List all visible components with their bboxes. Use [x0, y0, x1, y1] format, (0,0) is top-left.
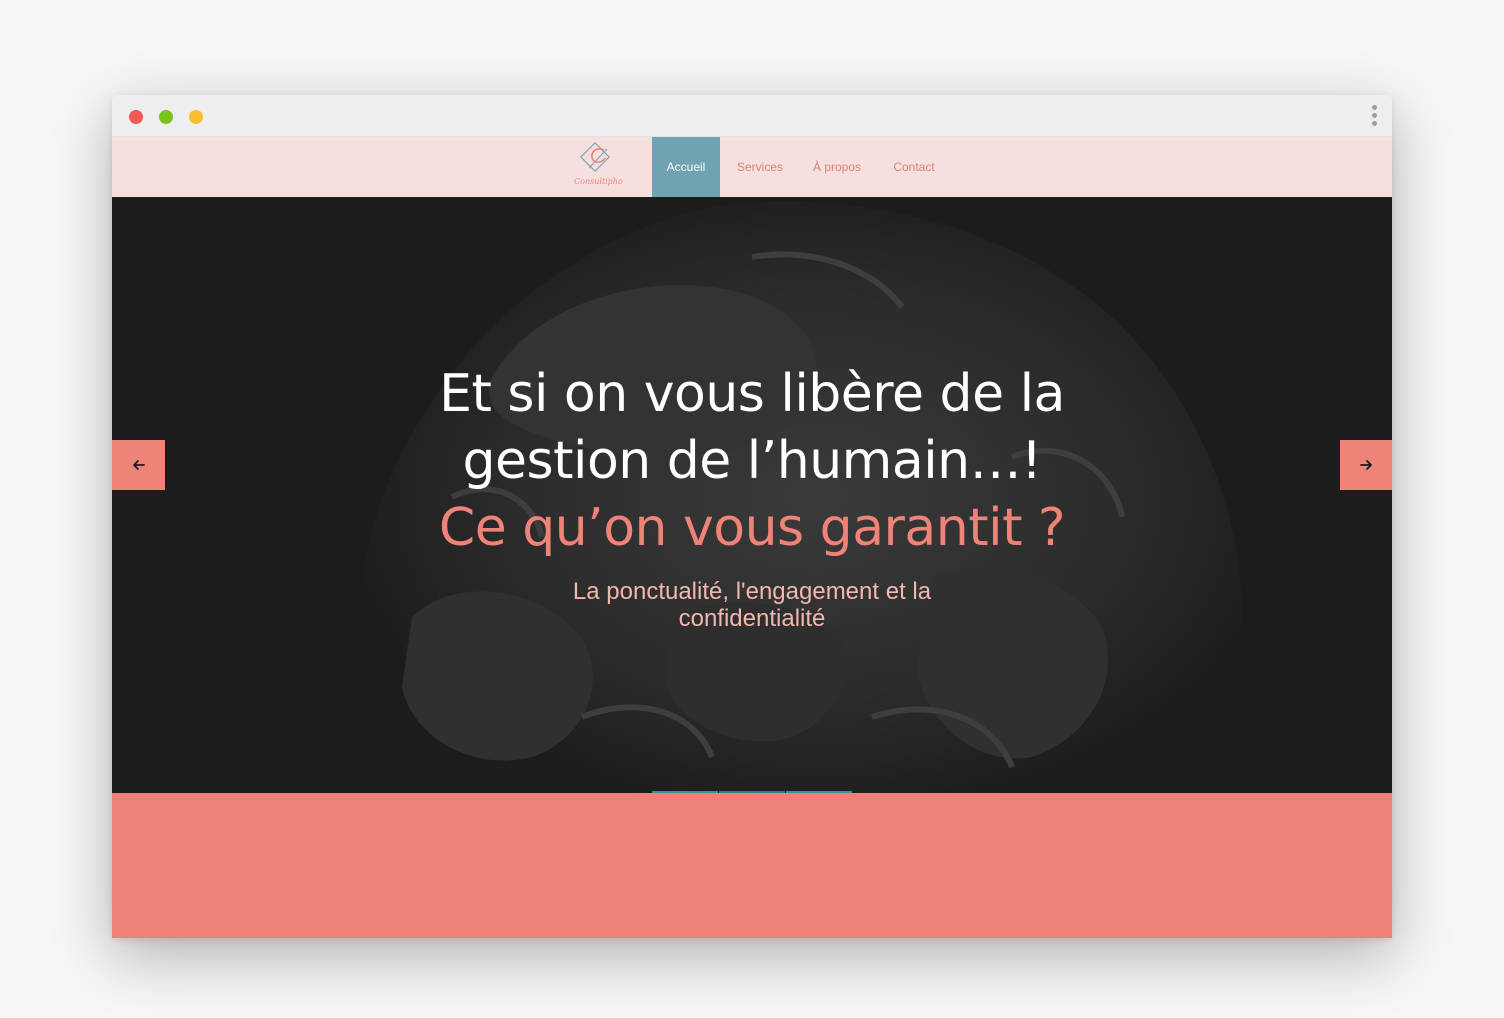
logo-diamond-icon	[580, 142, 610, 172]
minimize-window-button[interactable]	[189, 110, 203, 124]
hero-headline-line1: Et si on vous libère de la	[439, 364, 1065, 424]
more-options-icon[interactable]	[1370, 105, 1378, 129]
browser-toolbar	[112, 95, 1392, 137]
site-navbar: Consultipho Accueil Services À propos Co…	[112, 137, 1392, 197]
hero-headline-line2: gestion de l’humain…!	[462, 431, 1042, 491]
browser-window: Consultipho Accueil Services À propos Co…	[112, 95, 1392, 938]
logo-wordmark: Consultipho	[574, 177, 623, 186]
nav-item-services[interactable]: Services	[726, 137, 794, 197]
hero-headline-accent: Ce qu’on vous garantit ?	[438, 498, 1066, 558]
carousel-prev-button[interactable]	[112, 440, 165, 490]
arrow-right-icon	[1360, 460, 1372, 470]
close-window-button[interactable]	[129, 110, 143, 124]
hero-carousel: Et si on vous libère de la gestion de l’…	[112, 197, 1392, 793]
hero-subline-line2: confidentialité	[678, 605, 826, 632]
nav-item-accueil[interactable]: Accueil	[652, 137, 720, 197]
hero-subline-line1: La ponctualité, l'engagement et la	[572, 578, 932, 605]
carousel-next-button[interactable]	[1340, 440, 1392, 490]
nav-item-contact[interactable]: Contact	[884, 137, 944, 197]
hero-headline: Et si on vous libère de la gestion de l’…	[352, 361, 1152, 562]
arrow-left-icon	[132, 460, 145, 470]
site-logo[interactable]: Consultipho	[574, 137, 623, 197]
coral-section	[112, 793, 1392, 938]
hero-subline: La ponctualité, l'engagement et la confi…	[502, 578, 1002, 632]
maximize-window-button[interactable]	[159, 110, 173, 124]
nav-item-a-propos[interactable]: À propos	[806, 137, 868, 197]
